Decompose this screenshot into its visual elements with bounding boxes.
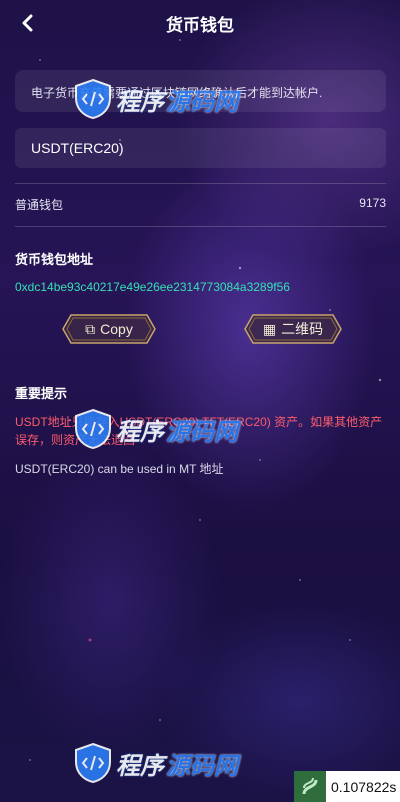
back-button[interactable] <box>14 10 40 36</box>
watermark-logo: 程序 源码网 <box>72 408 238 450</box>
tips-info: USDT(ERC20) can be used in MT 地址 <box>15 462 224 476</box>
wallet-type-row: 普通钱包 9173 <box>15 196 386 213</box>
top-bar: 货币钱包 <box>0 0 400 46</box>
shield-logo-icon <box>75 742 111 784</box>
wallet-address[interactable]: 0xdc14be93c40217e49e26ee2314773084a3289f… <box>15 280 290 294</box>
copy-button[interactable]: ⧉ Copy <box>61 313 157 345</box>
shield-logo-icon <box>75 78 111 120</box>
debug-timer-badge[interactable]: 0.107822s <box>294 771 400 802</box>
address-section-title: 货币钱包地址 <box>15 252 94 267</box>
page-title: 货币钱包 <box>166 15 234 35</box>
qrcode-icon: ▦ <box>262 320 277 337</box>
copy-label: Copy <box>100 321 133 337</box>
chevron-left-icon <box>22 14 33 32</box>
copy-icon: ⧉ <box>85 320 96 337</box>
watermark-logo: 程序 源码网 <box>72 78 238 120</box>
network-selector[interactable]: USDT(ERC20) <box>15 128 386 168</box>
qrcode-label: 二维码 <box>281 321 324 337</box>
tips-title: 重要提示 <box>15 386 68 401</box>
wallet-type-value: 9173 <box>359 196 386 210</box>
debug-logo-icon <box>294 771 326 802</box>
divider <box>15 226 386 227</box>
wallet-type-label: 普通钱包 <box>15 198 64 212</box>
divider <box>15 183 386 184</box>
qrcode-button[interactable]: ▦ 二维码 <box>243 313 343 345</box>
debug-timer-value: 0.107822s <box>331 778 397 795</box>
shield-logo-icon <box>75 408 111 450</box>
watermark-logo: 程序 源码网 <box>72 742 238 784</box>
